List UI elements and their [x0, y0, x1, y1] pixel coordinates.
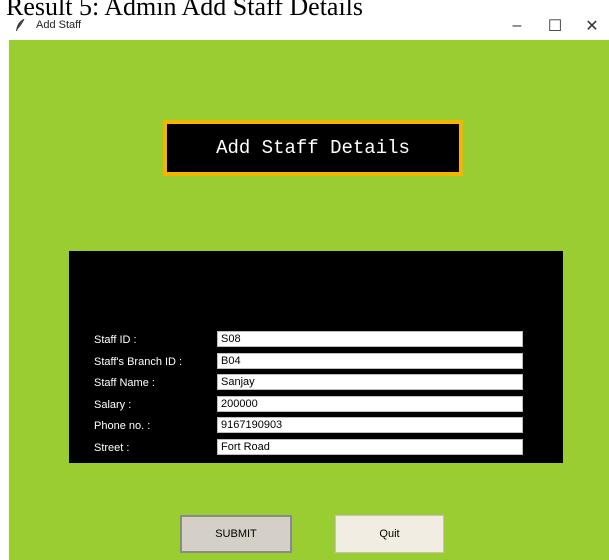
form-row-staff-name: Staff Name : [69, 374, 563, 394]
form-row-staff-id: Staff ID : [69, 331, 563, 351]
page-heading: Add Staff Details [163, 120, 463, 176]
staff-name-label: Staff Name : [94, 377, 155, 389]
branch-id-label: Staff's Branch ID : [94, 356, 183, 368]
form-row-phone: Phone no. : [69, 417, 563, 437]
window-client-area: Add Staff Details Staff ID : Staff's Bra… [9, 40, 609, 560]
heading-text: Add Staff Details [216, 137, 410, 159]
maximize-icon: ☐ [547, 18, 563, 35]
branch-id-input[interactable] [217, 353, 523, 369]
street-label: Street : [94, 442, 130, 454]
phone-label: Phone no. : [94, 420, 151, 432]
close-button[interactable]: ✕ [572, 12, 609, 40]
staff-id-input[interactable] [217, 331, 523, 347]
maximize-button[interactable]: ☐ [535, 12, 575, 40]
salary-label: Salary : [94, 399, 132, 411]
form-row-branch-id: Staff's Branch ID : [69, 353, 563, 373]
form-row-street: Street : [69, 439, 563, 459]
close-icon: ✕ [585, 18, 599, 35]
staff-name-input[interactable] [217, 374, 523, 390]
submit-button[interactable]: SUBMIT [180, 515, 292, 553]
salary-input[interactable] [217, 396, 523, 412]
minimize-icon: – [512, 17, 522, 34]
document-caption: Result 5: Admin Add Staff Details [6, 0, 364, 21]
staff-id-label: Staff ID : [94, 334, 137, 346]
minimize-button[interactable]: – [497, 12, 537, 40]
street-input[interactable] [217, 439, 523, 455]
quit-button[interactable]: Quit [335, 515, 444, 553]
phone-input[interactable] [217, 417, 523, 433]
form-row-salary: Salary : [69, 396, 563, 416]
staff-form-panel: Staff ID : Staff's Branch ID : Staff Nam… [69, 251, 563, 463]
